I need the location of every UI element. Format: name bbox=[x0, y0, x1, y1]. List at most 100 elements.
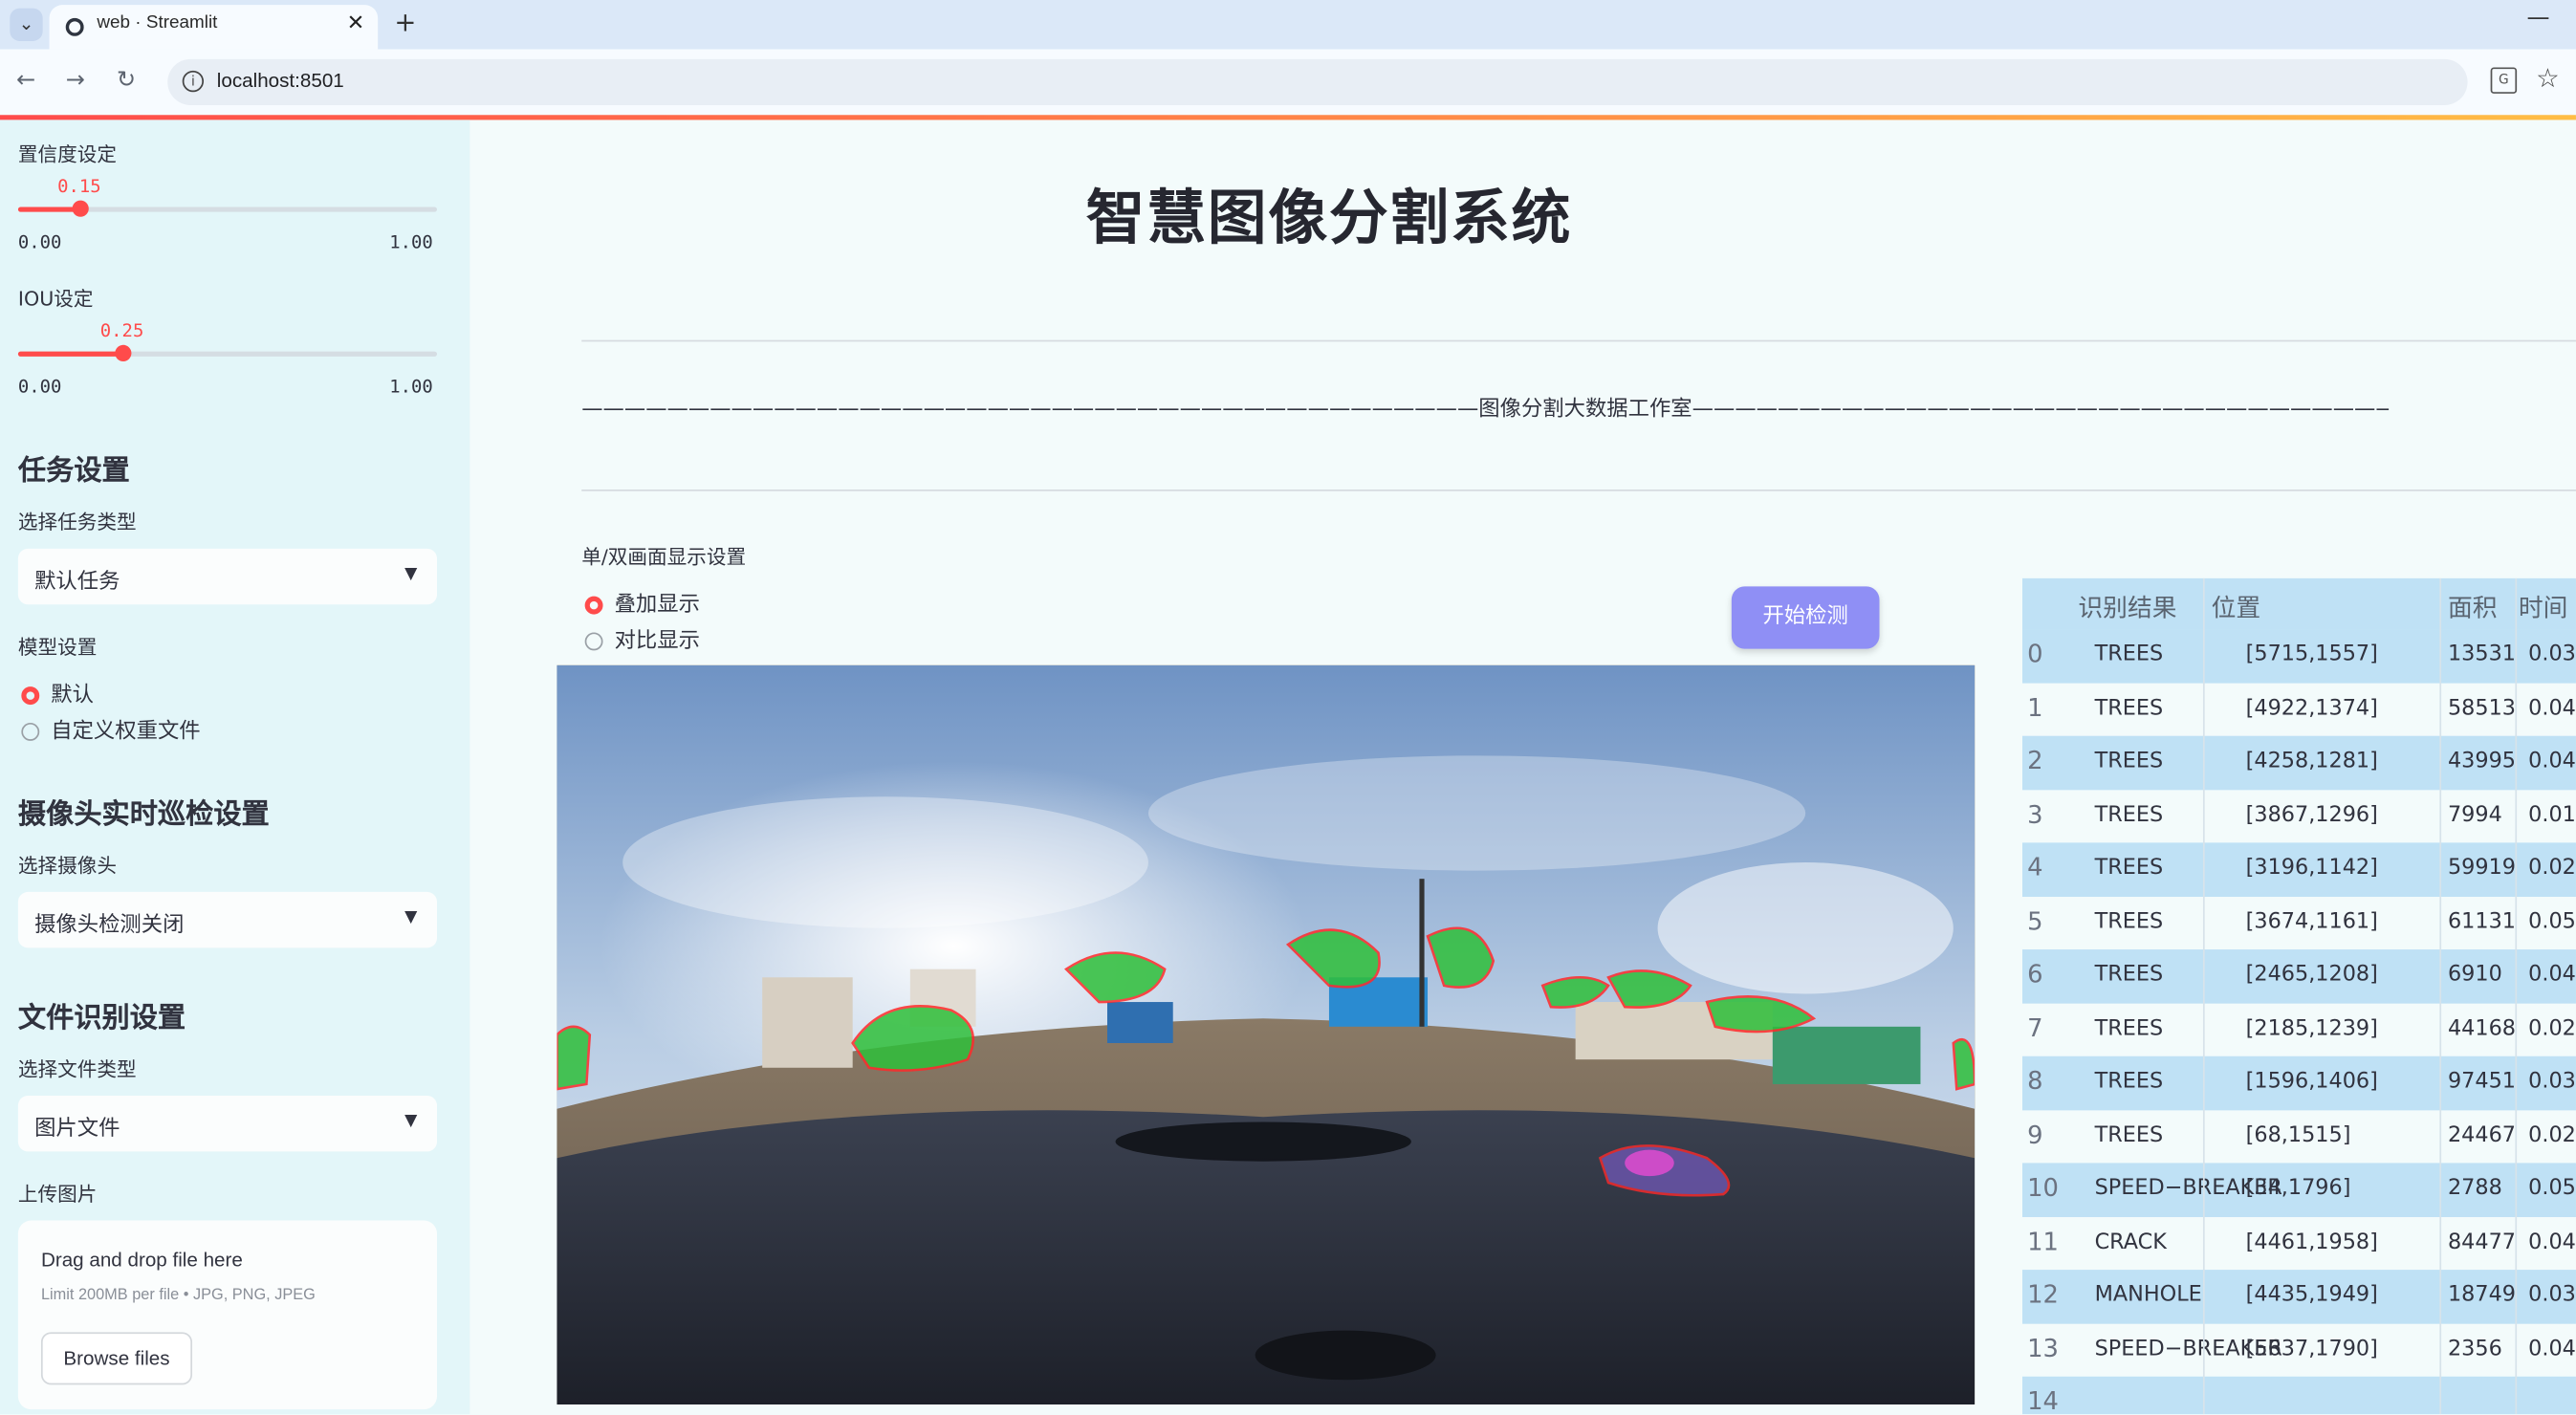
iou-max: 1.00 bbox=[389, 376, 433, 398]
row-index: 3 bbox=[2027, 798, 2043, 829]
display-option-overlay[interactable]: 叠加显示 bbox=[584, 586, 700, 618]
cell-position: [5715,1557] bbox=[2245, 642, 2378, 667]
column-header-label[interactable]: 识别结果 bbox=[2078, 590, 2176, 624]
confidence-slider-fill bbox=[17, 207, 81, 212]
model-option-default[interactable]: 默认 bbox=[21, 677, 94, 708]
cell-time: 0.02 bbox=[2528, 856, 2576, 881]
table-row[interactable]: 0 TREES [5715,1557] 13531 0.03 bbox=[2021, 629, 2576, 683]
cell-label: TREES bbox=[2094, 856, 2164, 881]
row-index: 5 bbox=[2027, 905, 2043, 936]
radio-selected-icon[interactable] bbox=[21, 686, 40, 706]
table-row[interactable]: 12 MANHOLE [4435,1949] 18749 0.03 bbox=[2021, 1270, 2576, 1323]
confidence-label: 置信度设定 bbox=[17, 142, 118, 166]
reload-icon[interactable]: ↻ bbox=[117, 67, 136, 93]
cell-time: 0.01 bbox=[2528, 802, 2576, 828]
tab-close-icon[interactable]: ✕ bbox=[347, 11, 365, 36]
cell-label: TREES bbox=[2094, 908, 2164, 934]
table-row[interactable]: 13 SPEED−BREAKER [5637,1790] 2356 0.04 bbox=[2021, 1322, 2576, 1377]
page-title-text: 智慧图像分割系统 bbox=[1085, 185, 1573, 253]
column-header-area[interactable]: 面积 bbox=[2448, 590, 2498, 624]
row-index: 4 bbox=[2027, 852, 2043, 882]
table-row[interactable]: 11 CRACK [4461,1958] 84477 0.04 bbox=[2021, 1216, 2576, 1271]
file-type-label: 选择文件类型 bbox=[17, 1057, 137, 1081]
cell-position: [4922,1374] bbox=[2245, 695, 2378, 721]
file-type-select[interactable]: 图片文件 ▼ bbox=[17, 1095, 438, 1152]
cell-label: TREES bbox=[2094, 695, 2164, 721]
task-settings-header: 任务设置 bbox=[17, 454, 130, 489]
cell-time: 0.03 bbox=[2528, 642, 2576, 667]
site-info-icon[interactable]: i bbox=[182, 70, 205, 93]
table-row[interactable]: 8 TREES [1596,1406] 97451 0.03 bbox=[2021, 1056, 2576, 1110]
browser-tab[interactable]: web · Streamlit ✕ bbox=[49, 5, 379, 50]
confidence-min: 0.00 bbox=[17, 231, 62, 253]
url-text[interactable]: localhost:8501 bbox=[217, 69, 344, 92]
confidence-slider[interactable] bbox=[17, 200, 438, 217]
iou-slider-thumb[interactable] bbox=[114, 344, 132, 361]
minimize-window-button[interactable]: — bbox=[2526, 5, 2549, 31]
table-row[interactable]: 2 TREES [4258,1281] 43995 0.04 bbox=[2021, 735, 2576, 790]
column-header-time[interactable]: 时间 bbox=[2519, 590, 2568, 624]
cell-area: 44168 bbox=[2447, 1015, 2517, 1041]
panorama-illustration bbox=[557, 664, 1976, 1404]
cell-label: TREES bbox=[2094, 642, 2164, 667]
table-row[interactable]: 10 SPEED−BREAKER [34,1796] 2788 0.05 bbox=[2021, 1163, 2576, 1217]
tab-list-chevron-icon[interactable]: ⌄ bbox=[10, 8, 43, 41]
upload-image-label: 上传图片 bbox=[17, 1183, 98, 1207]
cell-label: MANHOLE bbox=[2094, 1282, 2202, 1308]
new-tab-button[interactable]: + bbox=[394, 7, 416, 38]
row-index: 8 bbox=[2027, 1066, 2043, 1096]
cell-area: 97451 bbox=[2447, 1069, 2517, 1095]
cell-position: [4435,1949] bbox=[2245, 1282, 2378, 1308]
browse-files-button[interactable]: Browse files bbox=[40, 1332, 193, 1385]
cell-area: 58513 bbox=[2447, 695, 2517, 721]
cell-label: TREES bbox=[2094, 749, 2164, 774]
file-type-value: 图片文件 bbox=[34, 1117, 120, 1143]
display-option-compare[interactable]: 对比显示 bbox=[584, 622, 700, 654]
cell-position: [2185,1239] bbox=[2245, 1015, 2378, 1041]
results-table: 识别结果 位置 面积 时间 0 TREES [5715,1557] 13531 0.03… bbox=[2021, 577, 2576, 1415]
streamlit-favicon-icon bbox=[65, 17, 84, 36]
back-arrow-icon[interactable]: ← bbox=[16, 67, 35, 93]
bookmark-star-icon[interactable]: ☆ bbox=[2536, 62, 2560, 94]
cell-time: 0.04 bbox=[2528, 1229, 2576, 1254]
cell-position: [3867,1296] bbox=[2245, 802, 2378, 828]
cell-label: TREES bbox=[2094, 1122, 2164, 1148]
cell-area: 24467 bbox=[2447, 1122, 2517, 1148]
table-row[interactable]: 7 TREES [2185,1239] 44168 0.02 bbox=[2021, 1002, 2576, 1056]
start-detection-button[interactable]: 开始检测 bbox=[1731, 586, 1880, 649]
confidence-value: 0.15 bbox=[57, 175, 101, 198]
row-index: 6 bbox=[2027, 959, 2043, 990]
table-row[interactable]: 5 TREES [3674,1161] 61131 0.05 bbox=[2021, 896, 2576, 950]
cell-area: 43995 bbox=[2447, 749, 2517, 774]
radio-selected-icon[interactable] bbox=[584, 596, 603, 615]
radio-unselected-icon[interactable] bbox=[21, 722, 40, 741]
table-row[interactable]: 14 bbox=[2021, 1376, 2576, 1415]
table-row[interactable]: 9 TREES [68,1515] 24467 0.02 bbox=[2021, 1109, 2576, 1164]
translate-icon[interactable]: G bbox=[2490, 67, 2518, 94]
confidence-slider-thumb[interactable] bbox=[73, 200, 90, 217]
table-row[interactable]: 3 TREES [3867,1296] 7994 0.01 bbox=[2021, 789, 2576, 843]
model-option-custom-label: 自定义权重文件 bbox=[51, 719, 201, 745]
table-row[interactable]: 6 TREES [2465,1208] 6910 0.04 bbox=[2021, 949, 2576, 1003]
row-index: 1 bbox=[2027, 692, 2043, 723]
url-field[interactable]: i localhost:8501 bbox=[167, 58, 2468, 105]
iou-min: 0.00 bbox=[17, 376, 62, 398]
radio-unselected-icon[interactable] bbox=[584, 632, 603, 651]
cell-time: 0.04 bbox=[2528, 749, 2576, 774]
camera-settings-header: 摄像头实时巡检设置 bbox=[17, 797, 270, 832]
table-row[interactable]: 1 TREES [4922,1374] 58513 0.04 bbox=[2021, 682, 2576, 736]
camera-select[interactable]: 摄像头检测关闭 ▼ bbox=[17, 891, 438, 948]
model-option-custom[interactable]: 自定义权重文件 bbox=[21, 713, 201, 745]
iou-slider[interactable] bbox=[17, 344, 438, 361]
cell-label: TREES bbox=[2094, 1069, 2164, 1095]
task-type-select[interactable]: 默认任务 ▼ bbox=[17, 548, 438, 605]
cell-area: 84477 bbox=[2447, 1229, 2517, 1254]
column-header-position[interactable]: 位置 bbox=[2212, 590, 2261, 624]
file-dropzone[interactable]: Drag and drop file here Limit 200MB per … bbox=[17, 1220, 438, 1410]
cell-time: 0.04 bbox=[2528, 962, 2576, 988]
forward-arrow-icon[interactable]: → bbox=[66, 67, 85, 93]
cell-label: TREES bbox=[2094, 962, 2164, 988]
cell-area: 7994 bbox=[2447, 802, 2502, 828]
table-row[interactable]: 4 TREES [3196,1142] 59919 0.02 bbox=[2021, 842, 2576, 897]
row-index: 0 bbox=[2027, 639, 2043, 669]
